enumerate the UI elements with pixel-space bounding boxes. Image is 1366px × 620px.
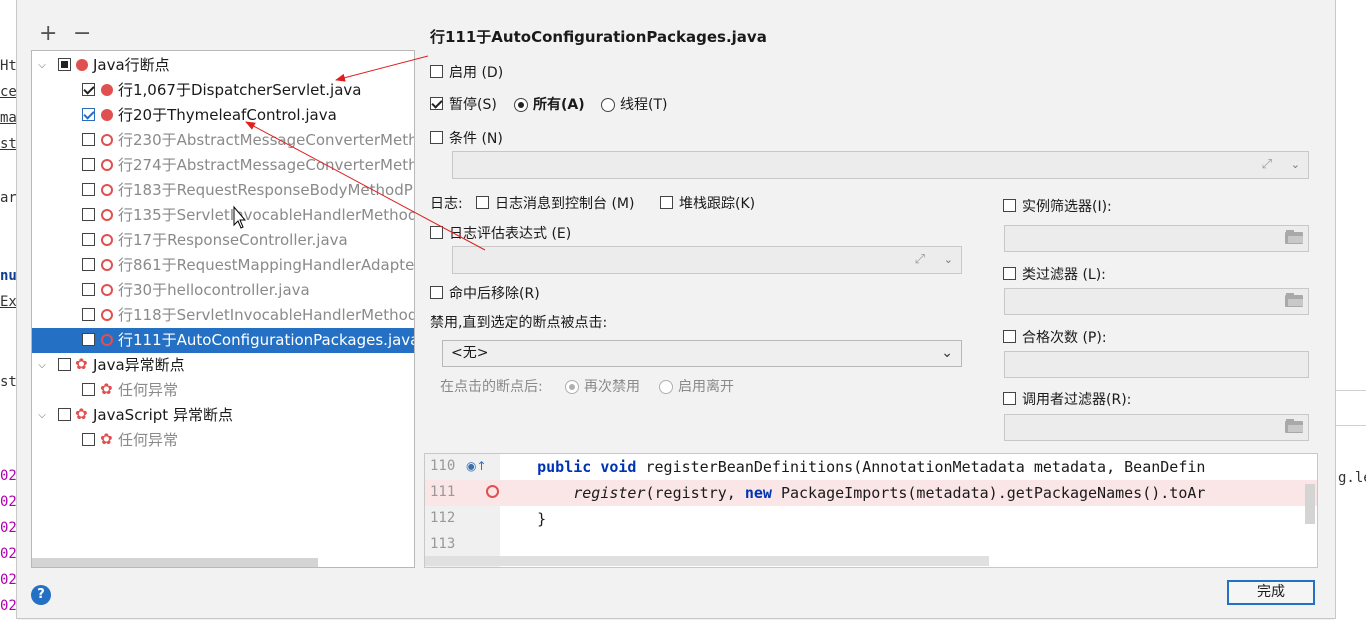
mouse-cursor-icon [233,205,247,229]
annotation-arrow [335,55,429,82]
annotation-arrows [233,55,486,251]
annotation-arrow [245,121,486,251]
